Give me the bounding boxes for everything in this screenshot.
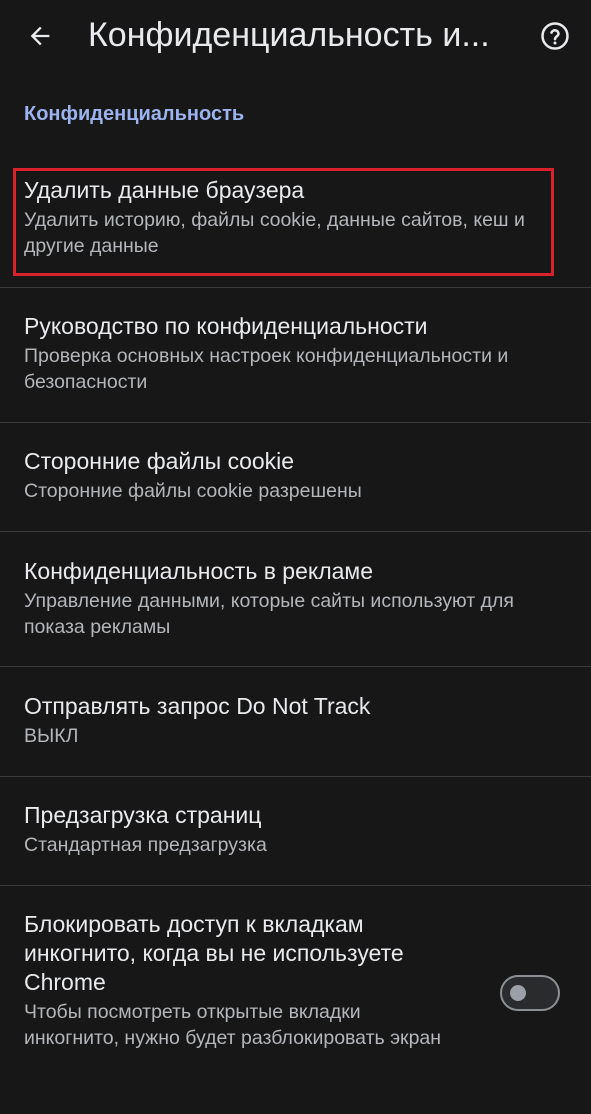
app-bar: Конфиденциальность и... xyxy=(0,0,591,72)
help-circle-icon xyxy=(541,22,569,50)
item-title: Сторонние файлы cookie xyxy=(24,448,295,474)
page-title: Конфиденциальность и... xyxy=(88,16,490,54)
section-header-privacy: Конфиденциальность xyxy=(24,103,245,125)
lock-incognito-toggle[interactable] xyxy=(500,975,560,1011)
item-title: Предзагрузка страниц xyxy=(24,802,262,828)
arrow-left-icon xyxy=(30,26,50,46)
divider xyxy=(0,287,591,288)
divider xyxy=(0,422,591,423)
item-subtitle: Удалить историю, файлы cookie, данные са… xyxy=(24,209,525,257)
do-not-track-item[interactable]: Отправлять запрос Do Not Track ВЫКЛ xyxy=(0,692,591,749)
ad-privacy-item[interactable]: Конфиденциальность в рекламе Управление … xyxy=(0,557,591,640)
third-party-cookies-item[interactable]: Сторонние файлы cookie Сторонние файлы c… xyxy=(0,447,591,504)
clear-browsing-data-item[interactable]: Удалить данные браузера Удалить историю,… xyxy=(0,176,591,259)
divider xyxy=(0,666,591,667)
item-title: Отправлять запрос Do Not Track xyxy=(24,693,371,719)
item-title: Удалить данные браузера xyxy=(24,177,305,203)
item-title: Блокировать доступ к вкладкам инкогнито,… xyxy=(24,911,404,995)
item-title: Руководство по конфиденциальности xyxy=(24,313,428,339)
item-subtitle: ВЫКЛ xyxy=(24,725,79,747)
item-subtitle: Чтобы посмотреть открытые вкладки инкогн… xyxy=(24,1001,442,1049)
divider xyxy=(0,776,591,777)
divider xyxy=(0,885,591,886)
toggle-thumb xyxy=(510,985,526,1001)
item-subtitle: Проверка основных настроек конфиденциаль… xyxy=(24,345,509,393)
help-button[interactable] xyxy=(537,18,573,54)
privacy-guide-item[interactable]: Руководство по конфиденциальности Провер… xyxy=(0,312,591,395)
item-subtitle: Управление данными, которые сайты исполь… xyxy=(24,590,514,638)
item-subtitle: Сторонние файлы cookie разрешены xyxy=(24,480,362,502)
divider xyxy=(0,531,591,532)
back-button[interactable] xyxy=(20,16,60,56)
toggle-track xyxy=(500,975,560,1011)
preload-pages-item[interactable]: Предзагрузка страниц Стандартная предзаг… xyxy=(0,801,591,858)
item-title: Конфиденциальность в рекламе xyxy=(24,558,374,584)
item-subtitle: Стандартная предзагрузка xyxy=(24,834,267,856)
